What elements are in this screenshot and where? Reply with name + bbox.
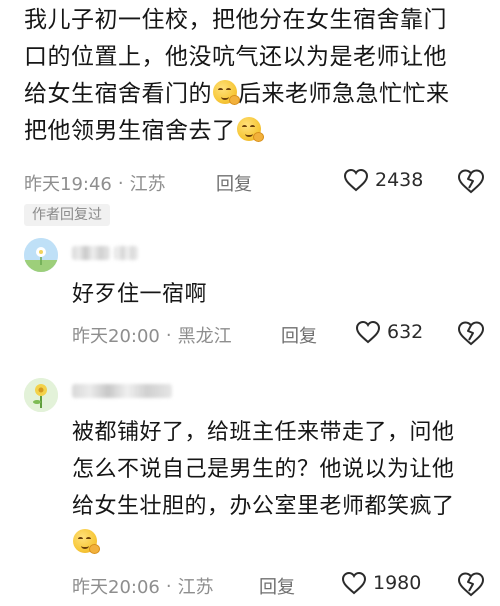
like-button[interactable]: 632: [355, 320, 423, 344]
username-blurred: [114, 246, 138, 260]
smirk-face-icon: [73, 529, 100, 554]
comment-line-part: 给女生宿舍看门的: [24, 81, 212, 107]
reply-button[interactable]: 回复: [281, 322, 317, 348]
reply-text: 被都铺好了，给班主任来带走了，问他 怎么不说自己是男生的？他说以为让他 给女生壮…: [72, 414, 455, 562]
like-button[interactable]: 1980: [341, 571, 421, 595]
meta-separator: ·: [165, 575, 172, 597]
like-count: 2438: [375, 169, 424, 191]
reply-time: 昨天20:00: [72, 326, 160, 347]
reply-line: 被都铺好了，给班主任来带走了，问他: [72, 420, 455, 445]
like-count: 632: [387, 321, 424, 343]
heart-icon: [343, 168, 369, 192]
like-count: 1980: [373, 572, 422, 594]
dislike-icon[interactable]: [457, 168, 485, 194]
dislike-icon[interactable]: [457, 571, 485, 597]
main-comment: 我儿子初一住校，把他分在女生宿舍靠门 口的位置上，他没吭气还以为是老师让他 给女…: [24, 0, 484, 150]
comment-line: 口的位置上，他没吭气还以为是老师让他: [24, 44, 447, 70]
comment-time: 昨天19:46: [24, 174, 112, 195]
meta-separator: ·: [165, 324, 172, 346]
comment-line: 把他领男生宿舍去了: [24, 113, 484, 150]
meta-separator: ·: [117, 172, 124, 194]
comment-location: 江苏: [129, 174, 166, 195]
reply-location: 黑龙江: [177, 326, 232, 347]
like-button[interactable]: 2438: [343, 168, 423, 192]
username-blurred: [72, 246, 110, 260]
reply-location: 江苏: [177, 577, 214, 598]
comment-line: 我儿子初一住校，把他分在女生宿舍靠门: [24, 7, 447, 33]
comment-line: 给女生宿舍看门的 后来老师急急忙忙来: [24, 76, 484, 113]
heart-icon: [341, 571, 367, 595]
avatar-image: [24, 378, 58, 412]
reply-time: 昨天20:06: [72, 577, 160, 598]
smirk-face-icon: [236, 117, 264, 142]
reply-button[interactable]: 回复: [259, 573, 295, 599]
comment-line-part: 把他领男生宿舍去了: [24, 118, 236, 144]
reply-line: 怎么不说自己是男生的？他说以为让他: [72, 457, 455, 482]
avatar-image: [24, 238, 58, 272]
dislike-icon[interactable]: [457, 320, 485, 346]
smirk-face-icon: [213, 80, 240, 105]
author-replied-tag: 作者回复过: [24, 204, 110, 226]
reply-meta: 昨天20:00 · 黑龙江: [72, 322, 232, 348]
reply-button[interactable]: 回复: [216, 170, 252, 196]
heart-icon: [355, 320, 381, 344]
comment-meta: 昨天19:46 · 江苏: [24, 170, 166, 196]
reply-line: 给女生壮胆的，办公室里老师都笑疯了: [72, 494, 455, 519]
reply-line: [72, 525, 455, 562]
username-blurred: [72, 384, 172, 398]
reply-meta: 昨天20:06 · 江苏: [72, 573, 214, 599]
avatar[interactable]: [24, 378, 58, 412]
main-comment-text: 我儿子初一住校，把他分在女生宿舍靠门 口的位置上，他没吭气还以为是老师让他 给女…: [24, 0, 484, 150]
avatar[interactable]: [24, 238, 58, 272]
reply-text: 好歹住一宿啊: [72, 282, 208, 307]
comment-line-part: 后来老师急急忙忙来: [238, 81, 450, 107]
